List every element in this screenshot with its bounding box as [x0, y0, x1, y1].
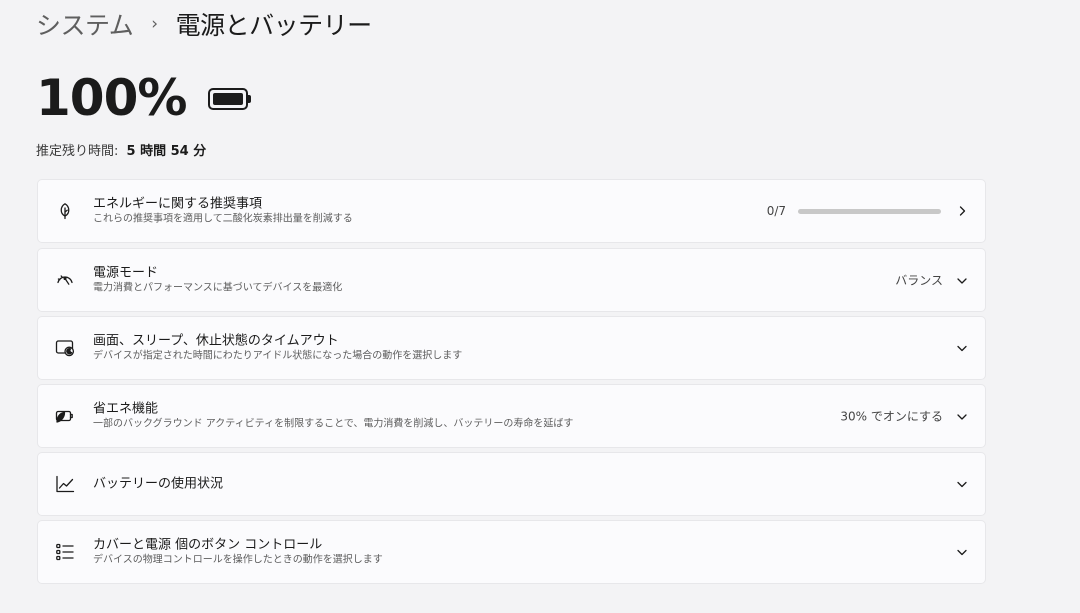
energy-saver-value: 30% でオンにする: [840, 409, 943, 424]
chevron-down-icon: [955, 273, 969, 287]
card-energy-saver[interactable]: 省エネ機能 一部のバックグラウンド アクティビティを制限することで、電力消費を削…: [37, 384, 986, 448]
card-subtitle: 一部のバックグラウンド アクティビティを制限することで、電力消費を削減し、バッテ…: [93, 418, 574, 430]
battery-saver-icon: [54, 405, 76, 427]
card-title: 省エネ機能: [93, 401, 159, 417]
battery-summary: 100%: [36, 68, 252, 128]
breadcrumb: システム › 電源とバッテリー: [36, 6, 372, 42]
power-mode-icon: [54, 269, 76, 291]
recommendations-progress-bar: [798, 208, 941, 214]
breadcrumb-system-link[interactable]: システム: [36, 6, 134, 42]
chevron-down-icon: [955, 477, 969, 491]
usage-chart-icon: [54, 473, 76, 495]
battery-icon: [208, 88, 252, 110]
battery-body: [208, 88, 249, 110]
chevron-down-icon: [955, 409, 969, 423]
card-title: バッテリーの使用状況: [93, 476, 224, 492]
card-title: 電源モード: [93, 265, 159, 281]
card-button-controls[interactable]: カバーと電源 個のボタン コントロール デバイスの物理コントロールを操作したとき…: [37, 520, 986, 584]
screen-sleep-icon: [54, 337, 76, 359]
leaf-icon: [54, 200, 76, 222]
card-subtitle: 電力消費とパフォーマンスに基づいてデバイスを最適化: [93, 282, 343, 294]
power-mode-value[interactable]: バランス: [895, 272, 943, 289]
card-battery-usage[interactable]: バッテリーの使用状況: [37, 452, 986, 516]
card-subtitle: デバイスの物理コントロールを操作したときの動作を選択します: [93, 554, 383, 566]
card-title: カバーと電源 個のボタン コントロール: [93, 537, 323, 553]
battery-tip: [248, 95, 252, 103]
chevron-right-icon: [955, 204, 969, 218]
breadcrumb-separator-icon: ›: [151, 14, 158, 34]
recommendations-count: 0/7: [766, 204, 786, 218]
battery-percent: 100%: [36, 69, 187, 127]
card-subtitle: デバイスが指定された時間にわたりアイドル状態になった場合の動作を選択します: [93, 350, 463, 362]
chevron-down-icon: [955, 341, 969, 355]
remaining-time: 推定残り時間: 5 時間 54 分: [36, 140, 206, 159]
card-subtitle: これらの推奨事項を適用して二酸化炭素排出量を削減する: [93, 213, 353, 225]
card-title: 画面、スリープ、休止状態のタイムアウト: [93, 333, 339, 349]
remaining-time-value: 5 時間 54 分: [126, 144, 207, 159]
battery-fill: [213, 93, 244, 105]
card-energy-recommendations[interactable]: エネルギーに関する推奨事項 これらの推奨事項を適用して二酸化炭素排出量を削減する…: [37, 179, 986, 243]
button-controls-icon: [54, 541, 76, 563]
card-screen-sleep-timeout[interactable]: 画面、スリープ、休止状態のタイムアウト デバイスが指定された時間にわたりアイドル…: [37, 316, 986, 380]
chevron-down-icon: [955, 545, 969, 559]
remaining-time-label: 推定残り時間:: [36, 144, 119, 159]
card-power-mode[interactable]: 電源モード 電力消費とパフォーマンスに基づいてデバイスを最適化 バランス: [37, 248, 986, 312]
page-title: 電源とバッテリー: [175, 11, 373, 40]
card-title: エネルギーに関する推奨事項: [93, 196, 263, 212]
